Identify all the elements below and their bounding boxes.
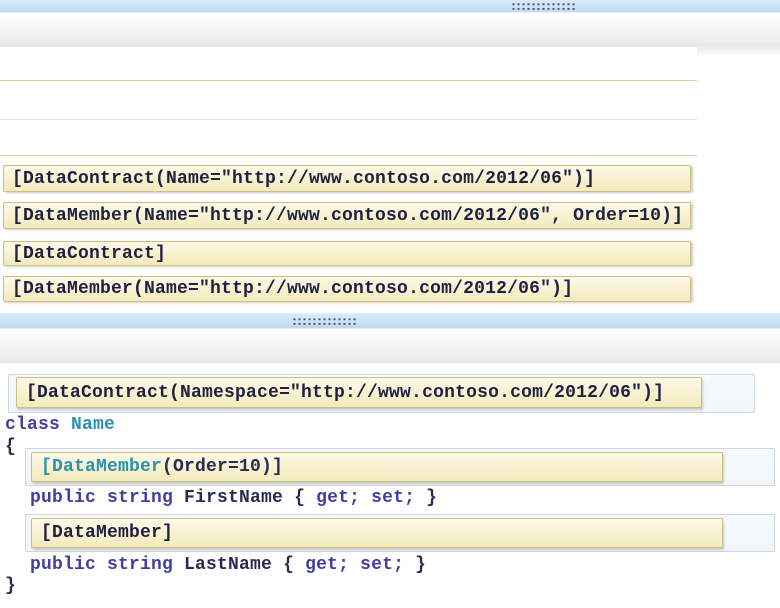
answer-area-divider (0, 155, 697, 156)
code-token-datacontract-name[interactable]: [DataContract(Name="http://www.contoso.c… (3, 165, 691, 192)
answer-area-divider (0, 119, 697, 120)
grip-dots-icon[interactable] (292, 317, 358, 326)
attribute-args: (Order=10)] (162, 457, 283, 477)
code-line-class-declaration: class Name (5, 415, 115, 435)
keyword-public-string: public string (30, 555, 184, 575)
code-line-close-brace: } (5, 576, 16, 596)
keyword-class: class (5, 415, 71, 435)
accessors: get; set; (305, 555, 415, 575)
property-name: FirstName (184, 488, 294, 508)
close-brace: } (426, 488, 437, 508)
attribute-name: [DataMember (41, 457, 162, 477)
code-line-firstname-property: public string FirstName { get; set; } (30, 488, 437, 508)
answer-area-divider (0, 80, 697, 81)
close-brace: } (415, 555, 426, 575)
dropped-token-datamember[interactable]: [DataMember] (31, 518, 723, 548)
open-brace: { (283, 555, 305, 575)
code-area-header (0, 333, 780, 363)
code-line-lastname-property: public string LastName { get; set; } (30, 555, 426, 575)
code-token-datamember-name-order[interactable]: [DataMember(Name="http://www.contoso.com… (3, 202, 691, 229)
type-name: Name (71, 415, 115, 435)
top-splitter-bar[interactable] (0, 0, 780, 13)
code-token-datamember-name[interactable]: [DataMember(Name="http://www.contoso.com… (3, 276, 691, 302)
accessors: get; set; (316, 488, 426, 508)
property-name: LastName (184, 555, 283, 575)
dropped-token-datamember-order[interactable]: [DataMember(Order=10)] (31, 452, 723, 482)
middle-splitter-bar[interactable] (0, 313, 780, 329)
grip-dots-icon[interactable] (511, 2, 577, 11)
open-brace: { (294, 488, 316, 508)
dropped-token-datacontract-namespace[interactable]: [DataContract(Namespace="http://www.cont… (16, 377, 702, 408)
answer-area-header-corner (697, 46, 780, 54)
keyword-public-string: public string (30, 488, 184, 508)
answer-area-header (0, 16, 780, 47)
drag-drop-question: [DataContract(Name="http://www.contoso.c… (0, 0, 780, 608)
code-token-datacontract[interactable]: [DataContract] (3, 241, 691, 266)
code-line-open-brace: { (5, 437, 16, 457)
